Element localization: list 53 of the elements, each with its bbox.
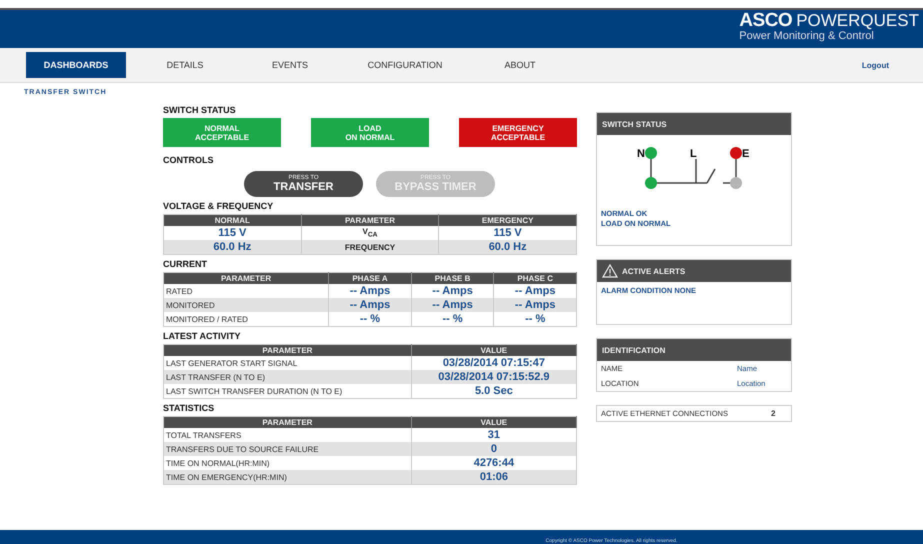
column-header: PHASE C (494, 272, 576, 284)
brand-logo: ASCO (739, 10, 792, 31)
column-header: PARAMETER (164, 344, 412, 356)
column-header: PHASE B (411, 272, 494, 284)
column-header: VALUE (411, 344, 576, 356)
table-cell: -- % (494, 312, 576, 326)
tagline: Power Monitoring & Control (739, 30, 874, 42)
column-header: VALUE (411, 416, 576, 428)
switch-diagram-drawing: N L E (635, 141, 775, 201)
section-title: STATISTICS (163, 403, 216, 413)
nav-tab[interactable]: EVENTS (240, 52, 340, 78)
table-cell: LAST SWITCH TRANSFER DURATION (N TO E) (164, 384, 412, 398)
table-cell: LAST TRANSFER (N TO E) (164, 370, 412, 384)
table-cell: FREQUENCY (301, 240, 439, 254)
column-header: PARAMETER (164, 272, 329, 284)
table-cell: TRANSFERS DUE TO SOURCE FAILURE (164, 442, 412, 456)
product-name: POWERQUEST (796, 11, 919, 31)
status-tile: NORMAL ACCEPTABLE (163, 118, 281, 147)
table-cell: -- Amps (494, 298, 576, 312)
table-cell: -- Amps (411, 298, 494, 312)
column-header: NORMAL (164, 214, 302, 226)
table-cell: 03/28/2014 07:15:52.9 (411, 370, 576, 384)
panel-header: ACTIVE ALERTS (622, 266, 686, 276)
table-cell: -- Amps (328, 298, 412, 312)
logout-link[interactable]: Logout (862, 60, 889, 70)
table-cell: MONITORED (164, 298, 329, 312)
column-header: PARAMETER (301, 214, 439, 226)
column-header: PARAMETER (164, 416, 412, 428)
status-tile: LOAD ON NORMAL (311, 118, 429, 147)
section-title: SWITCH STATUS (163, 105, 237, 115)
table-cell: 01:06 (411, 470, 576, 484)
table-cell: -- % (411, 312, 494, 326)
table-cell: -- % (328, 312, 412, 326)
section-title: CURRENT (163, 259, 208, 269)
table-cell: 0 (411, 442, 576, 456)
nav-tab[interactable]: ABOUT (470, 52, 570, 78)
panel-header: IDENTIFICATION (597, 339, 791, 361)
table-cell: MONITORED / RATED (164, 312, 329, 326)
section-title: CONTROLS (163, 155, 214, 165)
section-title: LATEST ACTIVITY (163, 331, 242, 341)
warning-icon (602, 264, 618, 278)
field-value: 2 (771, 409, 776, 418)
table-cell: 60.0 Hz (438, 240, 576, 254)
column-header: EMERGENCY (438, 214, 576, 226)
status-tile: EMERGENCY ACCEPTABLE (459, 118, 577, 147)
nav-tab[interactable]: DETAILS (135, 52, 235, 78)
table-cell: TIME ON EMERGENCY(HR:MIN) (164, 470, 412, 484)
table-cell: 5.0 Sec (411, 384, 576, 398)
column-header: PHASE A (328, 272, 412, 284)
table-cell: 60.0 Hz (164, 240, 302, 254)
section-title: VOLTAGE & FREQUENCY (163, 201, 274, 211)
nav-tab[interactable]: CONFIGURATION (345, 52, 465, 78)
panel-header: SWITCH STATUS (597, 113, 791, 135)
